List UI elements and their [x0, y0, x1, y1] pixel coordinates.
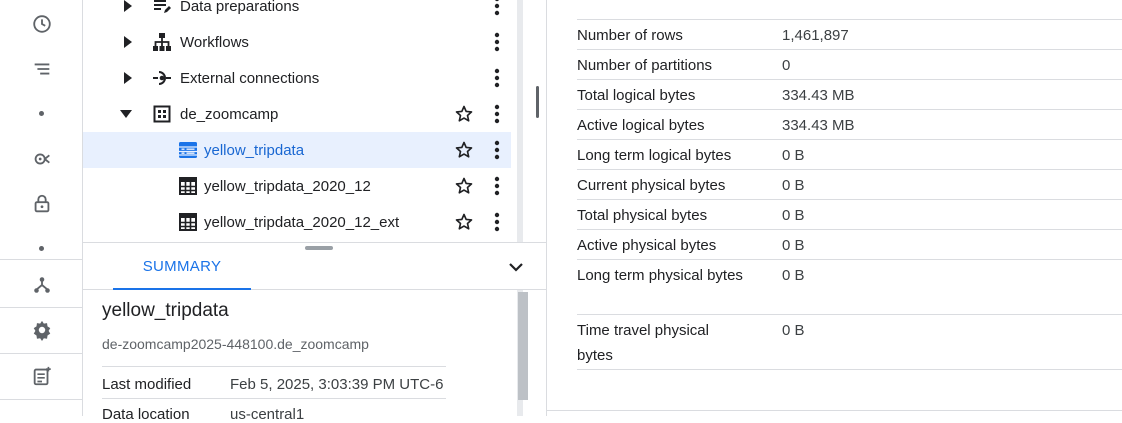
divider	[547, 410, 1122, 411]
data-preparation-icon	[151, 0, 173, 17]
tree-item-table[interactable]: yellow_tripdata_2020_12	[83, 168, 513, 204]
menu-list-icon[interactable]	[28, 55, 56, 83]
storage-value: 334.43 MB	[782, 87, 855, 104]
more-options-icon[interactable]	[487, 66, 507, 90]
meta-key: Last modified	[102, 376, 192, 393]
more-options-icon[interactable]	[487, 210, 507, 234]
more-options-icon[interactable]	[487, 138, 507, 162]
explorer-panel: Data preparations Workflows External con…	[83, 0, 547, 423]
more-options-icon[interactable]	[487, 174, 507, 198]
storage-row: Time travel physical bytes 0 B	[577, 315, 1122, 370]
tree-item-label: Workflows	[180, 33, 249, 51]
storage-key: Current physical bytes	[577, 177, 726, 194]
tree-item-label: de_zoomcamp	[180, 105, 279, 123]
nav-dot	[39, 111, 44, 116]
lock-icon[interactable]	[28, 190, 56, 218]
storage-key: Long term physical bytes	[577, 267, 743, 284]
storage-key: Time travel physical bytes	[577, 322, 709, 364]
storage-key: Total physical bytes	[577, 207, 708, 224]
tree-item-workflows[interactable]: Workflows	[83, 24, 513, 60]
chevron-right-icon[interactable]	[120, 0, 136, 14]
workflow-icon	[151, 31, 173, 53]
storage-row: Number of rows 1,461,897	[577, 20, 1122, 50]
divider	[102, 366, 446, 367]
storage-row: Active logical bytes 334.43 MB	[577, 110, 1122, 140]
pipeline-icon[interactable]	[28, 271, 56, 299]
rail-divider	[0, 399, 82, 400]
tree-item-label: External connections	[180, 69, 320, 87]
tree-item-label: yellow_tripdata	[204, 141, 305, 159]
storage-key: Number of rows	[577, 27, 683, 44]
table-icon	[177, 139, 199, 161]
details-panel: Number of rows 1,461,897 Number of parti…	[547, 0, 1122, 416]
table-icon	[177, 175, 199, 197]
storage-row: Long term physical bytes 0 B	[577, 260, 1122, 315]
tree-item-data-preparations[interactable]: Data preparations	[83, 0, 513, 24]
storage-key: Total logical bytes	[577, 87, 696, 104]
storage-key: Number of partitions	[577, 57, 713, 74]
chevron-down-icon[interactable]	[118, 106, 134, 122]
storage-key: Active logical bytes	[577, 117, 705, 134]
release-notes-icon[interactable]	[28, 362, 56, 390]
nav-dot	[39, 246, 44, 251]
tab-summary[interactable]: SUMMARY	[113, 243, 251, 290]
tree-item-table-selected[interactable]: yellow_tripdata	[83, 132, 511, 168]
tree-item-label: yellow_tripdata_2020_12	[204, 177, 371, 195]
tree-item-dataset[interactable]: de_zoomcamp	[83, 96, 513, 132]
rail-divider	[0, 307, 82, 308]
more-options-icon[interactable]	[487, 30, 507, 54]
star-icon[interactable]	[454, 140, 474, 160]
summary-path: de-zoomcamp2025-448100.de_zoomcamp	[102, 336, 369, 352]
history-icon[interactable]	[28, 10, 56, 38]
summary-title: yellow_tripdata	[102, 300, 229, 321]
chevron-down-icon[interactable]	[504, 255, 528, 279]
star-icon[interactable]	[454, 104, 474, 124]
chevron-right-icon[interactable]	[120, 34, 136, 50]
external-connection-icon	[151, 67, 173, 89]
explorer-scrollbar-track[interactable]	[517, 0, 523, 242]
tree-item-label: yellow_tripdata_2020_12_ext	[204, 213, 400, 231]
star-icon[interactable]	[454, 176, 474, 196]
storage-row: Total physical bytes 0 B	[577, 200, 1122, 230]
explorer-scrollbar-thumb[interactable]	[536, 86, 539, 118]
storage-key: Active physical bytes	[577, 237, 717, 254]
more-options-icon[interactable]	[487, 102, 507, 126]
rail-divider	[0, 259, 82, 260]
storage-value: 0 B	[782, 322, 805, 339]
storage-value: 0 B	[782, 237, 805, 254]
storage-row: Number of partitions 0	[577, 50, 1122, 80]
meta-value: us-central1	[230, 406, 305, 423]
storage-value: 0	[782, 57, 791, 74]
storage-value: 0 B	[782, 267, 805, 284]
summary-scrollbar-thumb[interactable]	[518, 292, 528, 400]
storage-row: Total logical bytes 334.43 MB	[577, 80, 1122, 110]
storage-value: 0 B	[782, 177, 805, 194]
storage-key: Long term logical bytes	[577, 147, 732, 164]
meta-value: Feb 5, 2025, 3:03:39 PM UTC-6	[230, 376, 444, 393]
gear-icon[interactable]	[28, 316, 56, 344]
table-icon	[177, 211, 199, 233]
summary-tab-bar: SUMMARY	[83, 243, 546, 290]
storage-info-table: Number of rows 1,461,897 Number of parti…	[577, 19, 1122, 370]
tree-item-label: Data preparations	[180, 0, 300, 15]
meta-key: Data location	[102, 406, 190, 423]
storage-value: 1,461,897	[782, 27, 849, 44]
tree-item-table[interactable]: yellow_tripdata_2020_12_ext	[83, 204, 513, 240]
tree-item-external-connections[interactable]: External connections	[83, 60, 513, 96]
more-options-icon[interactable]	[487, 0, 507, 18]
analytics-hub-icon[interactable]	[28, 145, 56, 173]
storage-row: Long term logical bytes 0 B	[577, 140, 1122, 170]
dataset-icon	[151, 103, 173, 125]
storage-row: Active physical bytes 0 B	[577, 230, 1122, 260]
storage-value: 0 B	[782, 147, 805, 164]
left-nav-rail	[0, 0, 83, 416]
divider	[102, 398, 446, 399]
storage-value: 0 B	[782, 207, 805, 224]
storage-value: 334.43 MB	[782, 117, 855, 134]
storage-row: Current physical bytes 0 B	[577, 170, 1122, 200]
star-icon[interactable]	[454, 212, 474, 232]
chevron-right-icon[interactable]	[120, 70, 136, 86]
rail-divider	[0, 353, 82, 354]
